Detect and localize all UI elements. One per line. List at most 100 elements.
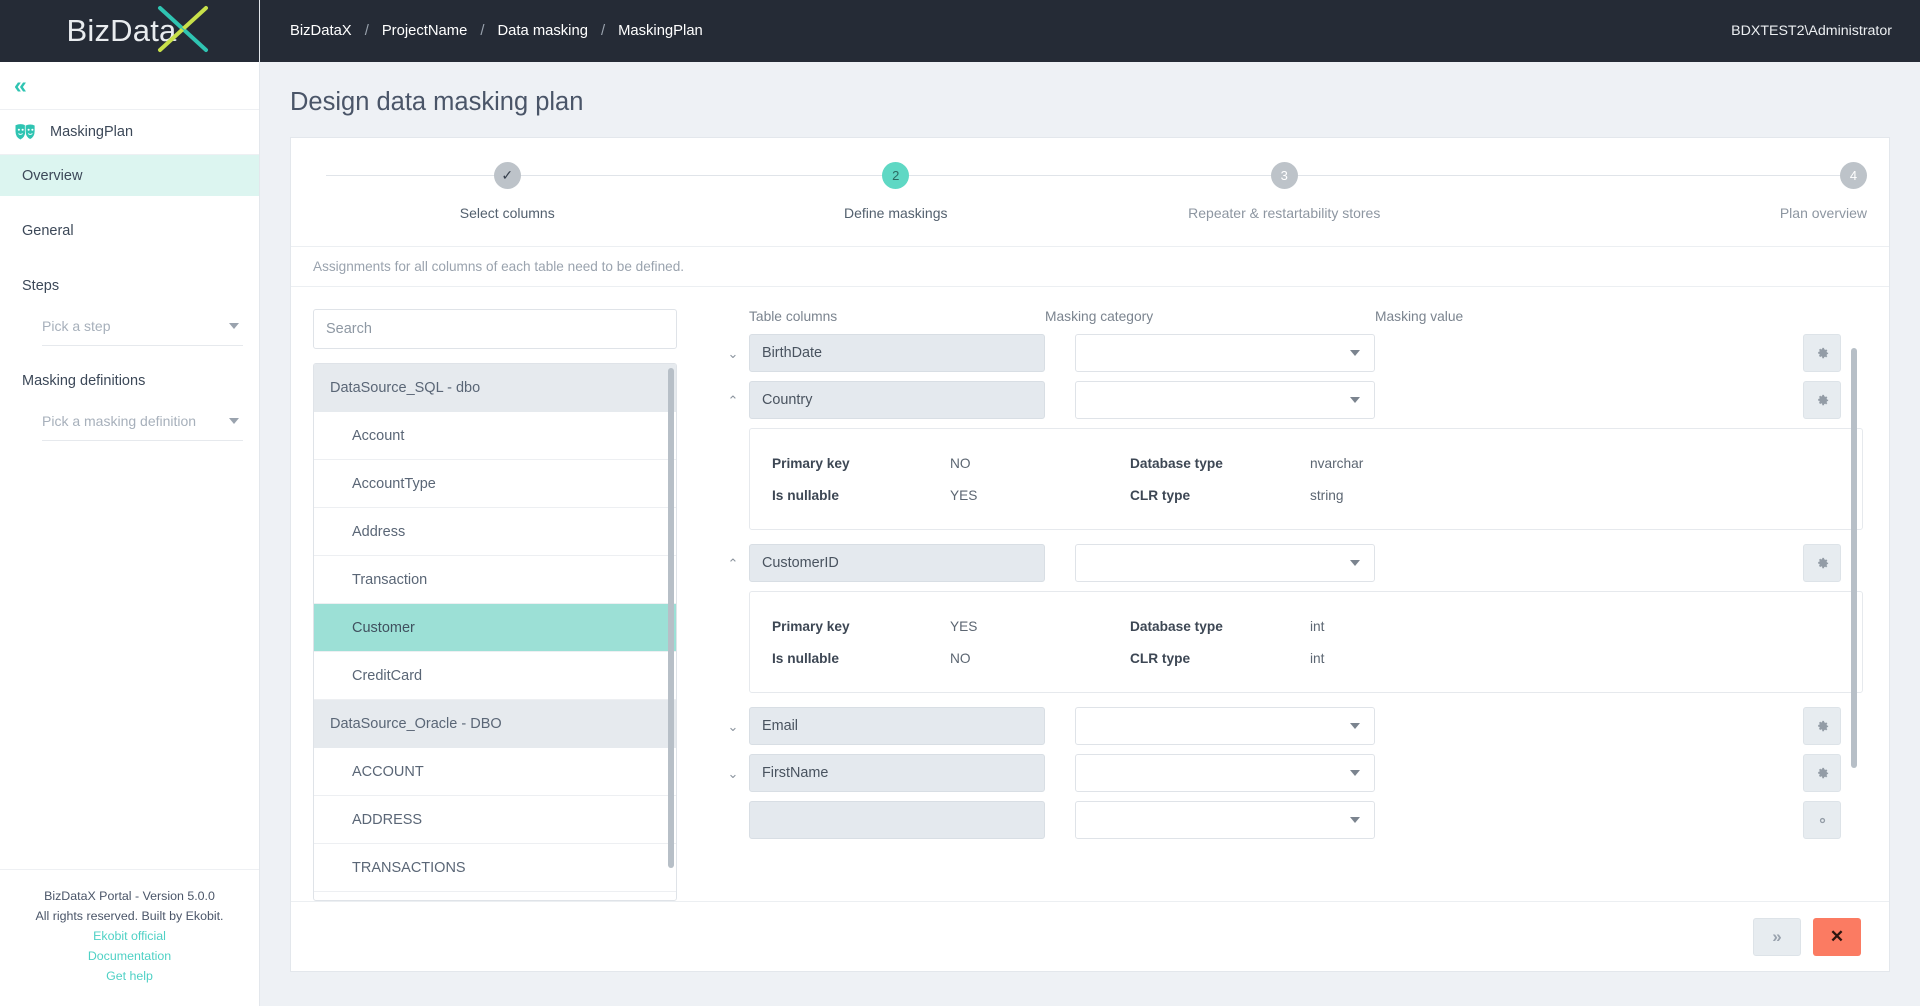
wizard-stepper: ✓ Select columns 2 Define maskings 3 Rep…	[291, 138, 1889, 246]
detail-label-clr-type: CLR type	[1130, 487, 1191, 503]
chevron-up-icon[interactable]: ⌃	[717, 557, 749, 570]
step-2-bubble[interactable]: 2	[882, 162, 910, 189]
table-row[interactable]: ADDRESS	[314, 796, 676, 844]
step-3-bubble[interactable]: 3	[1270, 162, 1298, 189]
table-row[interactable]: Transaction	[314, 556, 676, 604]
assignments-scrollbar[interactable]	[1851, 348, 1857, 768]
table-row[interactable]: Account	[314, 412, 676, 460]
settings-button-customerid[interactable]	[1803, 544, 1841, 582]
sidebar-item-label-general: General	[22, 222, 74, 239]
table-row[interactable]: AccountType	[314, 460, 676, 508]
chevron-down-icon	[1350, 350, 1360, 356]
breadcrumb-item-projectname[interactable]: ProjectName	[382, 23, 468, 39]
search-input[interactable]	[326, 321, 664, 337]
chevron-down-icon[interactable]: ⌄	[717, 767, 749, 780]
assignment-row-country: ⌃ Country	[717, 381, 1863, 419]
settings-button-birthdate[interactable]	[1803, 334, 1841, 372]
sidebar-item-overview[interactable]: Overview	[0, 155, 259, 196]
sidebar-item-masking-definitions[interactable]: Masking definitions	[0, 360, 259, 401]
user-account-label[interactable]: BDXTEST2\Administrator	[1731, 23, 1892, 39]
assignment-row-birthdate: ⌄ BirthDate	[717, 334, 1863, 372]
masking-definition-picker[interactable]: Pick a masking definition	[42, 401, 243, 441]
detail-value-database-type: nvarchar	[1310, 455, 1364, 471]
chevron-down-icon	[1350, 560, 1360, 566]
masking-picker-placeholder: Pick a masking definition	[42, 412, 197, 429]
detail-label-primary-key: Primary key	[772, 455, 850, 471]
column-detail-customerid: Primary key YES Database type int Is nul…	[749, 591, 1863, 693]
close-button[interactable]: ✕	[1813, 917, 1861, 956]
step-3-repeater-restartability-stores[interactable]: 3 Repeater & restartability stores	[1090, 162, 1479, 221]
chevron-up-icon[interactable]: ⌃	[717, 394, 749, 407]
masking-category-select-birthdate[interactable]	[1075, 334, 1375, 372]
wizard-body: DataSource_SQL - dbo Account AccountType…	[291, 287, 1889, 901]
detail-label-database-type: Database type	[1130, 618, 1223, 634]
breadcrumb-item-data-masking[interactable]: Data masking	[497, 23, 587, 39]
breadcrumb-separator: /	[364, 23, 369, 39]
app-logo[interactable]: BizData	[0, 0, 259, 62]
detail-row: Primary key NO Database type nvarchar	[750, 447, 1862, 479]
tree-group-datasource-sql[interactable]: DataSource_SQL - dbo	[314, 364, 676, 412]
table-row-selected-customer[interactable]: Customer	[314, 604, 676, 652]
assignment-hint: Assignments for all columns of each tabl…	[291, 246, 1889, 287]
step-4-label: Plan overview	[1779, 205, 1867, 221]
table-label-transaction: Transaction	[352, 571, 428, 588]
step-picker[interactable]: Pick a step	[42, 306, 243, 346]
step-1-bubble[interactable]: ✓	[493, 162, 521, 189]
breadcrumb-separator: /	[600, 23, 606, 39]
tables-tree-scroll: DataSource_SQL - dbo Account AccountType…	[314, 364, 676, 900]
detail-label-is-nullable: Is nullable	[772, 650, 839, 666]
footer-link-ekobit-official[interactable]: Ekobit official	[10, 926, 249, 946]
settings-button-partial[interactable]	[1803, 801, 1841, 839]
sidebar-item-steps[interactable]: Steps	[0, 265, 259, 306]
assignment-row-customerid: ⌃ CustomerID	[717, 544, 1863, 582]
step-4-bubble[interactable]: 4	[1840, 162, 1867, 189]
chevron-down-icon	[229, 322, 239, 329]
logo-x-icon	[158, 6, 208, 52]
assignment-row-email: ⌄ Email	[717, 707, 1863, 745]
footer-link-get-help[interactable]: Get help	[10, 966, 249, 986]
detail-value-database-type: int	[1310, 618, 1325, 634]
masking-category-select-partial[interactable]	[1075, 801, 1375, 839]
sidebar-plan-label: MaskingPlan	[50, 124, 134, 140]
header-table-columns: Table columns	[749, 309, 838, 324]
masking-category-select-customerid[interactable]	[1075, 544, 1375, 582]
table-row[interactable]: CreditCard	[314, 652, 676, 700]
breadcrumb-item-bizdatax[interactable]: BizDataX	[290, 23, 352, 39]
settings-button-firstname[interactable]	[1803, 754, 1841, 792]
breadcrumb: BizDataX / ProjectName / Data masking / …	[290, 23, 703, 39]
chevron-down-icon	[1350, 817, 1360, 823]
masking-category-select-firstname[interactable]	[1075, 754, 1375, 792]
sidebar-item-general[interactable]: General	[0, 210, 259, 251]
step-1-select-columns[interactable]: ✓ Select columns	[313, 162, 702, 221]
stepper-track	[326, 175, 1854, 176]
chevron-double-left-icon[interactable]: «	[14, 74, 27, 97]
tree-group-datasource-oracle[interactable]: DataSource_Oracle - DBO	[314, 700, 676, 748]
tree-group-label: DataSource_Oracle - DBO	[330, 716, 502, 732]
table-row[interactable]: TRANSACTIONS	[314, 844, 676, 892]
table-row[interactable]: ACCOUNT	[314, 748, 676, 796]
sidebar-item-label-steps: Steps	[22, 277, 60, 294]
footer-link-documentation[interactable]: Documentation	[10, 946, 249, 966]
detail-label-primary-key: Primary key	[772, 618, 850, 634]
app-root: BizData « MaskingPlan Overview General S…	[0, 0, 1920, 1006]
next-step-button[interactable]: »	[1753, 917, 1801, 956]
table-row[interactable]: Address	[314, 508, 676, 556]
search-box[interactable]	[313, 309, 677, 349]
settings-button-email[interactable]	[1803, 707, 1841, 745]
step-2-define-maskings[interactable]: 2 Define maskings	[702, 162, 1091, 221]
gear-icon	[1819, 817, 1825, 823]
assignments-rows: ⌄ BirthDate ⌃ Country Primary key NO Dat…	[717, 334, 1863, 874]
chevron-down-icon[interactable]: ⌄	[717, 347, 749, 360]
table-label-address: Address	[352, 523, 406, 540]
masking-category-select-country[interactable]	[1075, 381, 1375, 419]
footer-version: BizDataX Portal - Version 5.0.0	[44, 889, 215, 903]
step-4-plan-overview[interactable]: 4 Plan overview	[1479, 162, 1867, 221]
masking-category-select-email[interactable]	[1075, 707, 1375, 745]
detail-row: Is nullable NO CLR type int	[750, 642, 1862, 674]
settings-button-country[interactable]	[1803, 381, 1841, 419]
sidebar-plan-row[interactable]: MaskingPlan	[0, 110, 259, 155]
table-label-transactions-oracle: TRANSACTIONS	[352, 859, 466, 876]
tables-tree-scrollbar[interactable]	[668, 368, 674, 868]
chevron-down-icon[interactable]: ⌄	[717, 720, 749, 733]
